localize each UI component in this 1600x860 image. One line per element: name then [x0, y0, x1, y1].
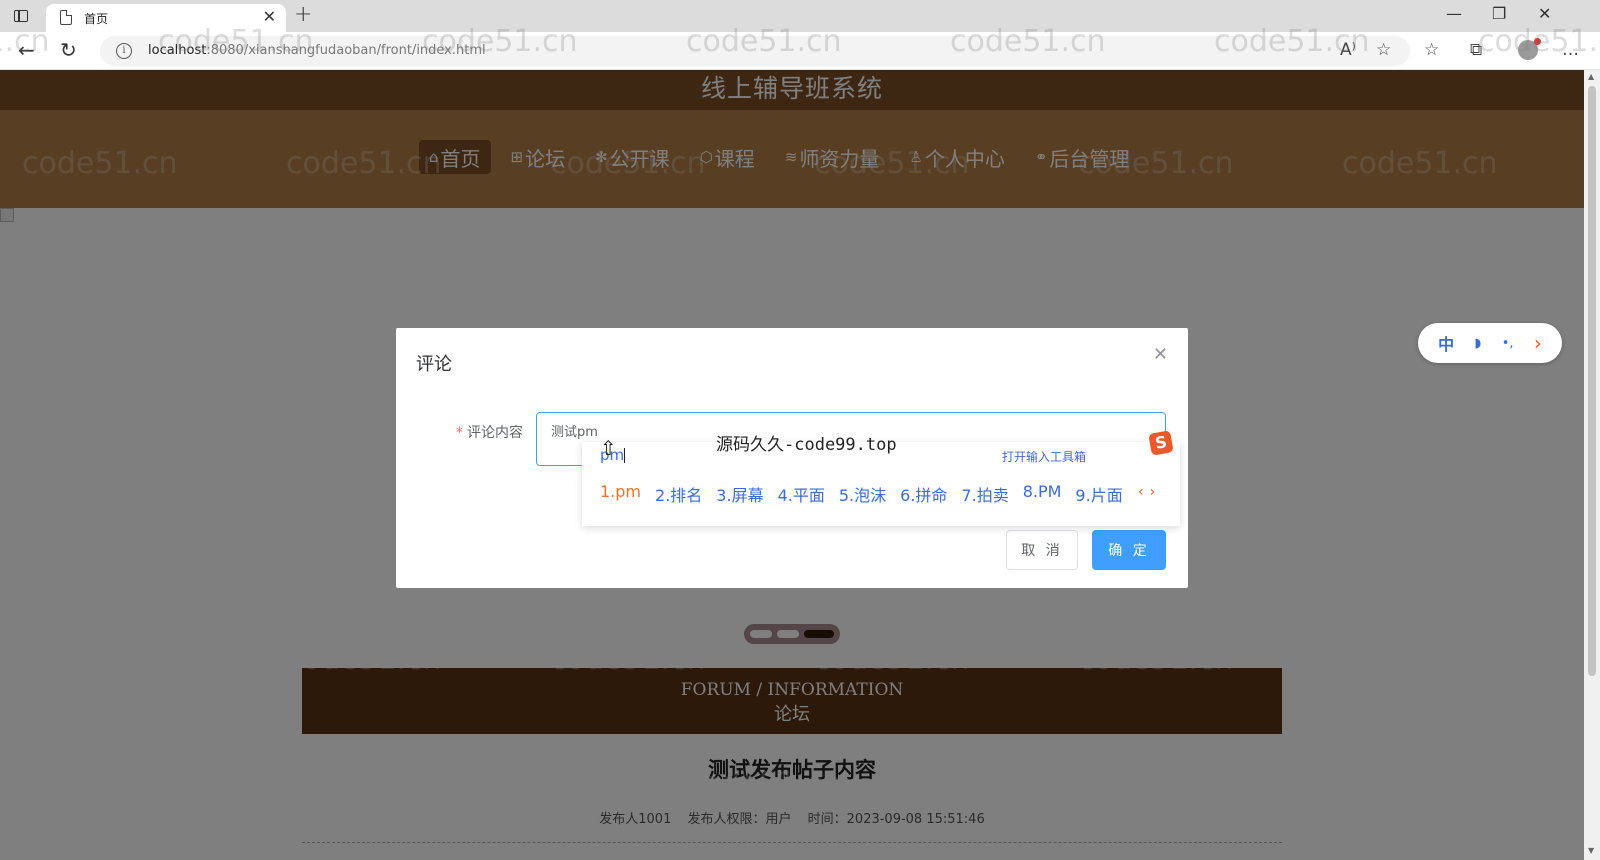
- scroll-thumb[interactable]: [1588, 86, 1596, 676]
- ime-candidate[interactable]: 8.PM: [1023, 482, 1062, 506]
- read-aloud-icon[interactable]: A⁾: [1340, 40, 1356, 60]
- promo-text: 源码久久-code99.top: [716, 435, 897, 455]
- text-cursor-icon: ⇧: [600, 436, 617, 460]
- url-text[interactable]: localhost:8080/xianshangfudaoban/front/i…: [148, 43, 486, 58]
- favorites-icon[interactable]: ☆: [1424, 40, 1439, 60]
- close-icon[interactable]: ✕: [1153, 344, 1168, 365]
- add-favorite-icon[interactable]: ☆: [1376, 40, 1391, 60]
- close-window-icon[interactable]: ✕: [1538, 4, 1551, 23]
- page-icon: [60, 10, 72, 25]
- refresh-icon[interactable]: ↻: [60, 38, 77, 62]
- ime-pager[interactable]: ‹›: [1138, 484, 1161, 500]
- page-scrollbar[interactable]: ▲ ▼: [1584, 70, 1600, 860]
- scroll-down-icon[interactable]: ▼: [1588, 846, 1594, 855]
- minimize-icon[interactable]: —: [1446, 4, 1462, 23]
- new-tab-icon[interactable]: +: [294, 2, 312, 27]
- collections-icon[interactable]: ⧉: [1470, 40, 1482, 60]
- comment-label: * 评论内容: [456, 425, 523, 441]
- ime-candidate[interactable]: 9.片面: [1075, 482, 1122, 506]
- ime-candidate[interactable]: 1.pm: [600, 482, 641, 506]
- browser-tabbar: 首页 ✕ + — ❐ ✕: [0, 0, 1600, 32]
- tab-title: 首页: [84, 12, 109, 26]
- back-icon[interactable]: ←: [18, 38, 35, 62]
- ime-candidate[interactable]: 4.平面: [778, 482, 825, 506]
- comment-value: 测试pm: [551, 425, 598, 440]
- restore-icon[interactable]: ❐: [1492, 4, 1506, 23]
- ime-toolbox-link[interactable]: 打开输入工具箱: [1002, 448, 1086, 465]
- info-icon[interactable]: i: [116, 43, 132, 59]
- close-tab-icon[interactable]: ✕: [263, 7, 276, 26]
- prev-page-icon: ‹: [1138, 484, 1150, 500]
- tab-actions-icon[interactable]: [12, 7, 30, 25]
- ime-candidate[interactable]: 6.拼命: [900, 482, 947, 506]
- browser-toolbar: ← ↻ i localhost:8080/xianshangfudaoban/f…: [0, 32, 1600, 70]
- ime-candidate[interactable]: 7.拍卖: [961, 482, 1008, 506]
- more-menu-icon[interactable]: …: [1562, 40, 1579, 60]
- profile-avatar[interactable]: [1518, 38, 1541, 60]
- cancel-button[interactable]: 取 消: [1006, 530, 1078, 570]
- half-width-icon[interactable]: ◗: [1475, 336, 1482, 351]
- dialog-title: 评论: [416, 354, 452, 375]
- sogou-logo-icon: S: [1148, 430, 1174, 456]
- next-page-icon: ›: [1149, 484, 1162, 500]
- chevron-right-icon[interactable]: ›: [1534, 331, 1542, 355]
- ime-candidate[interactable]: 5.泡沫: [839, 482, 886, 506]
- ime-mode-toggle[interactable]: 中: [1438, 331, 1454, 355]
- browser-tab[interactable]: 首页 ✕: [46, 4, 286, 32]
- confirm-button[interactable]: 确 定: [1092, 530, 1166, 570]
- ime-candidate[interactable]: 3.屏幕: [716, 482, 763, 506]
- address-bar[interactable]: i localhost:8080/xianshangfudaoban/front…: [100, 36, 1410, 66]
- ime-status-bar[interactable]: 中 ◗ •, ›: [1418, 323, 1562, 363]
- punctuation-icon[interactable]: •,: [1502, 336, 1514, 351]
- ime-candidate[interactable]: 2.排名: [655, 482, 702, 506]
- scroll-up-icon[interactable]: ▲: [1588, 72, 1594, 81]
